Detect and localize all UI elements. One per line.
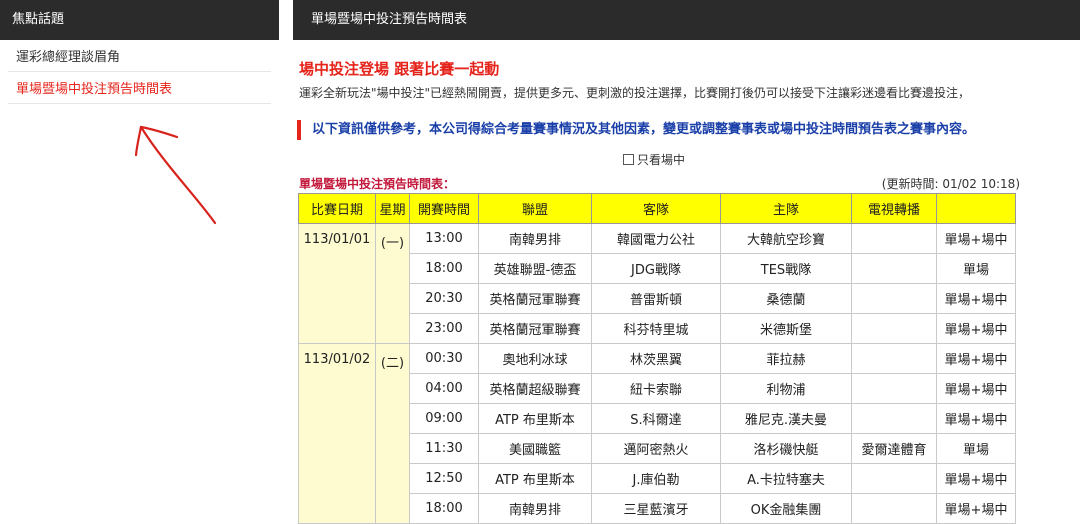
bet-type: 單場+場中 [936,313,1016,344]
tv-channel [851,223,937,254]
home-team: 菲拉赫 [720,343,852,374]
table-row: 113/01/01 (一) 13:00 南韓男排 韓國電力公社 大韓航空珍寶 單場+場中 [298,223,1016,344]
tv-channel [851,343,937,374]
table-header-row: 比賽日期 星期 開賽時間 聯盟 客隊 主隊 電視轉播 [298,193,1016,224]
league: 美國職籃 [478,433,592,464]
away-team: J.庫伯勒 [591,463,721,494]
home-team: TES戰隊 [720,253,852,284]
col-tv: 電視轉播 [851,193,937,224]
tv-channel [851,253,937,284]
home-team: 雅尼克.漢夫曼 [720,403,852,434]
sidebar-item-manager-talk[interactable]: 運彩總經理談眉角 [8,40,271,72]
start-time: 18:00 [409,493,479,524]
sidebar-title: 焦點話題 [0,0,279,40]
start-time: 18:00 [409,253,479,284]
away-team: 韓國電力公社 [591,223,721,254]
col-away: 客隊 [591,193,721,224]
league: 英雄聯盟-德盃 [478,253,592,284]
home-team: A.卡拉特塞夫 [720,463,852,494]
bet-type: 單場 [936,433,1016,464]
away-team: 邁阿密熱火 [591,433,721,464]
col-league: 聯盟 [478,193,592,224]
away-team: S.科爾達 [591,403,721,434]
match-weekday: (二) [375,343,410,524]
start-time: 12:50 [409,463,479,494]
away-team: 三星藍濱牙 [591,493,721,524]
home-team: 洛杉磯快艇 [720,433,852,464]
bet-type: 單場+場中 [936,403,1016,434]
league: 英格蘭超級聯賽 [478,373,592,404]
update-time: (更新時間: 01/02 10:18) [881,177,1020,191]
table-title: 單場暨場中投注預告時間表： [299,177,456,191]
league: 南韓男排 [478,493,592,524]
only-live-label: 只看場中 [637,153,686,167]
red-arrow-annotation [134,125,217,225]
tv-channel [851,493,937,524]
bet-type: 單場+場中 [936,373,1016,404]
tv-channel [851,373,937,404]
start-time: 00:30 [409,343,479,374]
start-time: 09:00 [409,403,479,434]
league: ATP 布里斯本 [478,403,592,434]
match-date: 113/01/02 [298,343,376,524]
start-time: 13:00 [409,223,479,254]
col-date: 比賽日期 [298,193,376,224]
col-home: 主隊 [720,193,852,224]
only-live-filter[interactable]: 只看場中 [623,151,685,168]
league: ATP 布里斯本 [478,463,592,494]
promo-title: 場中投注登場 跟著比賽一起動 [299,60,500,78]
tv-channel [851,283,937,314]
home-team: OK金融集團 [720,493,852,524]
promo-text: 運彩全新玩法"場中投注"已經熱鬧開賣，提供更多元、更刺激的投注選擇，比賽開打後仍… [299,86,971,100]
start-time: 04:00 [409,373,479,404]
away-team: 普雷斯頓 [591,283,721,314]
home-team: 米德斯堡 [720,313,852,344]
away-team: 林茨黑翼 [591,343,721,374]
home-team: 桑德蘭 [720,283,852,314]
table-row: 113/01/02 (二) 00:30 奧地利冰球 林茨黑翼 菲拉赫 單場+場中 [298,343,1016,524]
notice-text: 以下資訊僅供參考，本公司得綜合考量賽事情況及其他因素，變更或調整賽事表或場中投注… [297,120,975,140]
start-time: 11:30 [409,433,479,464]
match-date: 113/01/01 [298,223,376,344]
main-content: 單場暨場中投注預告時間表 場中投注登場 跟著比賽一起動 運彩全新玩法"場中投注"… [293,0,1080,524]
tv-channel [851,463,937,494]
start-time: 23:00 [409,313,479,344]
bet-type: 單場+場中 [936,223,1016,254]
bet-type: 單場+場中 [936,493,1016,524]
tv-channel [851,403,937,434]
league: 英格蘭冠軍聯賽 [478,313,592,344]
bet-type: 單場+場中 [936,283,1016,314]
league: 奧地利冰球 [478,343,592,374]
league: 南韓男排 [478,223,592,254]
league: 英格蘭冠軍聯賽 [478,283,592,314]
col-weekday: 星期 [375,193,410,224]
bet-type: 單場 [936,253,1016,284]
away-team: 紐卡索聯 [591,373,721,404]
away-team: 科芬特里城 [591,313,721,344]
col-bet-type [936,193,1016,224]
bet-type: 單場+場中 [936,343,1016,374]
tv-channel [851,313,937,344]
match-weekday: (一) [375,223,410,344]
schedule-table: 比賽日期 星期 開賽時間 聯盟 客隊 主隊 電視轉播 113/01/01 (一) 1… [298,193,1016,524]
only-live-checkbox[interactable] [623,154,634,165]
page-title: 單場暨場中投注預告時間表 [293,0,1080,40]
bet-type: 單場+場中 [936,463,1016,494]
sidebar-item-schedule[interactable]: 單場暨場中投注預告時間表 [8,72,271,104]
home-team: 利物浦 [720,373,852,404]
start-time: 20:30 [409,283,479,314]
tv-channel: 愛爾達體育 [851,433,937,464]
sidebar: 焦點話題 運彩總經理談眉角 單場暨場中投注預告時間表 [0,0,279,522]
away-team: JDG戰隊 [591,253,721,284]
home-team: 大韓航空珍寶 [720,223,852,254]
col-start-time: 開賽時間 [409,193,479,224]
